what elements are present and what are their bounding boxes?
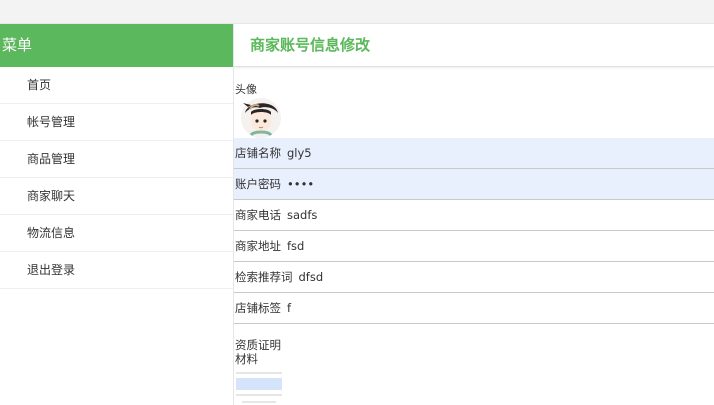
thumbnail-line: [242, 401, 276, 403]
avatar-image[interactable]: [240, 97, 282, 139]
thumbnail-line: [236, 372, 282, 374]
form-row-address: 商家地址 fsd: [234, 231, 714, 262]
shop-name-input[interactable]: gly5: [287, 146, 312, 160]
keywords-input[interactable]: dfsd: [299, 270, 324, 284]
sidebar-item-logout[interactable]: 退出登录: [0, 252, 233, 289]
form-row-keywords: 检索推荐词 dfsd: [234, 262, 714, 293]
avatar-label: 头像: [235, 83, 257, 96]
tags-input[interactable]: f: [287, 301, 291, 315]
password-input[interactable]: ••••: [287, 177, 314, 191]
page-header: 商家账号信息修改: [234, 24, 714, 67]
certificate-row: 资质证明材料: [234, 324, 714, 404]
sidebar-item-home[interactable]: 首页: [0, 67, 233, 104]
shop-name-label: 店铺名称: [235, 146, 281, 160]
form-row-tags: 店铺标签 f: [234, 293, 714, 324]
address-label: 商家地址: [235, 239, 281, 253]
form-row-password: 账户密码 ••••: [234, 169, 714, 200]
phone-input[interactable]: sadfs: [287, 208, 317, 222]
sidebar: 菜单 首页 帐号管理 商品管理 商家聊天 物流信息 退出登录: [0, 24, 234, 405]
password-label: 账户密码: [235, 177, 281, 191]
avatar-row: 头像: [234, 67, 714, 138]
phone-label: 商家电话: [235, 208, 281, 222]
address-input[interactable]: fsd: [287, 239, 304, 253]
thumbnail-block: [236, 378, 282, 390]
thumbnail-line: [236, 394, 282, 396]
sidebar-item-logistics[interactable]: 物流信息: [0, 215, 233, 252]
main-content: 商家账号信息修改 头像 店铺名称 gly5 账户密码 •••• 商家电话 sad…: [234, 24, 714, 405]
browser-top-bar: [0, 0, 714, 24]
sidebar-item-chat[interactable]: 商家聊天: [0, 178, 233, 215]
form-row-phone: 商家电话 sadfs: [234, 200, 714, 231]
tags-label: 店铺标签: [235, 301, 281, 315]
sidebar-title: 菜单: [0, 24, 233, 67]
sidebar-item-products[interactable]: 商品管理: [0, 141, 233, 178]
keywords-label: 检索推荐词: [235, 270, 293, 284]
form-row-shop-name: 店铺名称 gly5: [234, 138, 714, 169]
sidebar-item-account[interactable]: 帐号管理: [0, 104, 233, 141]
certificate-label: 资质证明材料: [235, 338, 281, 366]
page-title: 商家账号信息修改: [250, 36, 371, 54]
certificate-thumbnail[interactable]: [236, 368, 282, 404]
